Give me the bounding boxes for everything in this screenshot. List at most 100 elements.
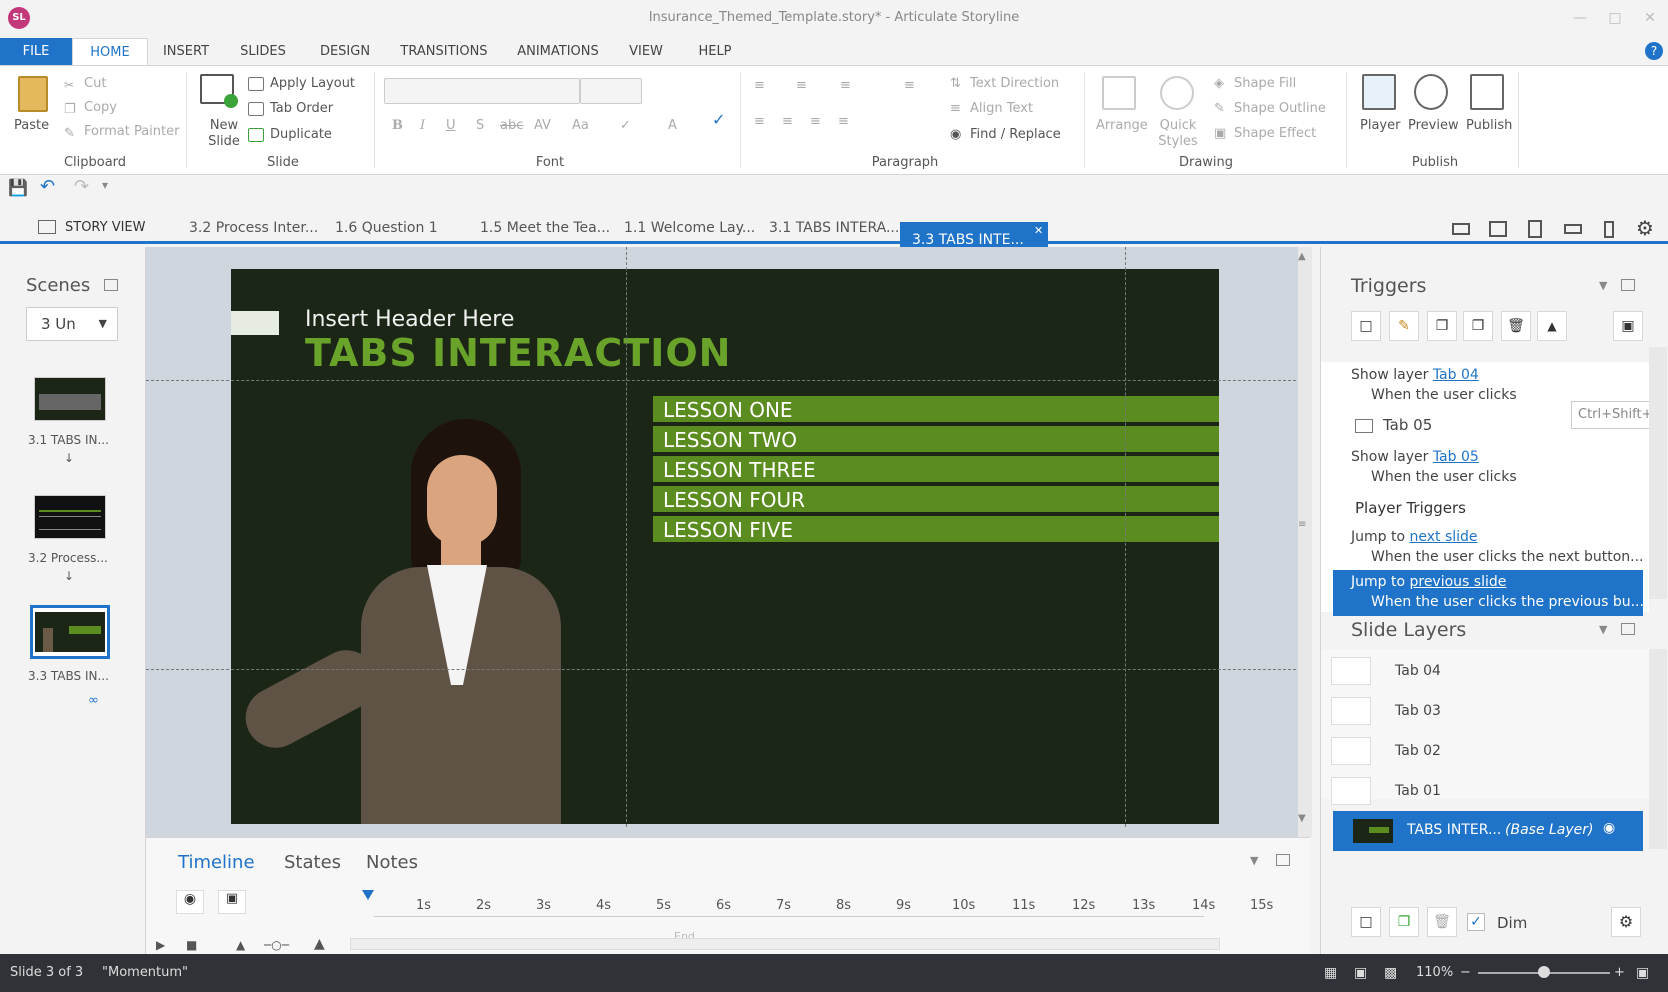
duplicate-button[interactable]: Duplicate: [270, 127, 332, 142]
scroll-up-icon[interactable]: ▲: [1298, 251, 1306, 262]
find-replace-button[interactable]: Find / Replace: [970, 127, 1061, 142]
align-right-icon[interactable]: ≡: [810, 114, 821, 129]
phone-landscape-icon[interactable]: [1564, 224, 1582, 234]
tablet-landscape-icon[interactable]: [1489, 221, 1507, 237]
tab-slides[interactable]: SLIDES: [232, 38, 294, 66]
doc-tab[interactable]: 1.6 Question 1: [335, 220, 438, 236]
bullets-icon[interactable]: ≡: [754, 78, 765, 93]
strikethrough-icon[interactable]: abc: [500, 118, 523, 133]
stop-icon[interactable]: ■: [186, 938, 197, 952]
spellcheck-icon[interactable]: ✓: [712, 110, 725, 129]
normal-view-icon[interactable]: ▦: [1324, 954, 1337, 992]
change-case-icon[interactable]: Aa: [572, 118, 589, 133]
tablet-portrait-icon[interactable]: [1528, 220, 1542, 238]
zoom-in-icon[interactable]: ▲: [314, 936, 325, 952]
guide-line-horizontal[interactable]: [146, 380, 1296, 381]
arrange-button[interactable]: Arrange: [1096, 118, 1148, 133]
zoom-slider-thumb[interactable]: [1538, 966, 1550, 978]
indent-icon[interactable]: ≡: [840, 78, 851, 93]
scene-selector[interactable]: 3 Un ▼: [26, 307, 118, 341]
tab-notes[interactable]: Notes: [366, 852, 418, 873]
apply-layout-button[interactable]: Apply Layout: [270, 76, 355, 91]
pin-panel-icon[interactable]: [1621, 623, 1635, 635]
trigger-object[interactable]: Tab 05: [1383, 416, 1432, 434]
base-layer-row[interactable]: TABS INTER... (Base Layer) ◉: [1333, 811, 1643, 851]
slide-view-icon[interactable]: ▣: [1354, 954, 1367, 992]
layer-row[interactable]: Tab 03: [1331, 693, 1621, 733]
numbering-icon[interactable]: ≡: [796, 78, 807, 93]
preview-view-icon[interactable]: ▩: [1384, 954, 1397, 992]
shape-outline-button[interactable]: Shape Outline: [1234, 101, 1326, 116]
trigger-target-link[interactable]: Tab 05: [1433, 449, 1479, 465]
scroll-down-icon[interactable]: ▼: [1298, 813, 1306, 824]
bold-icon[interactable]: B: [392, 118, 403, 133]
guide-line-horizontal[interactable]: [146, 669, 1296, 670]
timeline-scrollbar[interactable]: [350, 938, 1220, 950]
preview-button[interactable]: Preview: [1408, 118, 1459, 133]
tab-view[interactable]: VIEW: [622, 38, 670, 66]
collapse-icon[interactable]: ▼: [1250, 854, 1258, 867]
pin-panel-icon[interactable]: [1621, 279, 1635, 291]
fit-window-icon[interactable]: ▣: [1636, 954, 1649, 992]
align-left-icon[interactable]: ≡: [754, 114, 765, 129]
guide-line-vertical[interactable]: [1125, 247, 1126, 827]
paste-button[interactable]: Paste: [14, 118, 49, 133]
duplicate-layer-icon[interactable]: ❐: [1389, 907, 1419, 937]
tab-transitions[interactable]: TRANSITIONS: [394, 38, 494, 66]
minimize-icon[interactable]: —: [1570, 8, 1590, 28]
new-trigger-icon[interactable]: □: [1351, 311, 1381, 341]
doc-tab[interactable]: 3.2 Process Inter...: [189, 220, 318, 236]
triggers-scrollbar[interactable]: [1649, 347, 1667, 599]
dim-checkbox[interactable]: ✓: [1467, 913, 1485, 931]
trigger-target-link[interactable]: previous slide: [1409, 574, 1506, 590]
pin-panel-icon[interactable]: [1276, 854, 1290, 866]
tab-home[interactable]: HOME: [72, 38, 148, 66]
slide-thumbnail-selected[interactable]: [30, 605, 110, 659]
copy-button[interactable]: Copy: [84, 100, 117, 115]
layer-row[interactable]: Tab 04: [1331, 653, 1621, 693]
doc-tab[interactable]: 3.1 TABS INTERA...: [769, 220, 899, 236]
copy-trigger-icon[interactable]: ❐: [1427, 311, 1457, 341]
highlight-icon[interactable]: ✓: [620, 118, 631, 133]
new-layer-icon[interactable]: □: [1351, 907, 1381, 937]
shadow-icon[interactable]: S: [476, 118, 484, 133]
move-up-icon[interactable]: ▲: [1537, 311, 1567, 341]
slide-canvas[interactable]: Insert Header Here TABS INTERACTION LESS…: [231, 269, 1219, 824]
delete-trigger-icon[interactable]: 🗑: [1501, 311, 1531, 341]
layers-scrollbar[interactable]: [1649, 649, 1667, 849]
italic-icon[interactable]: I: [420, 118, 425, 133]
tab-file[interactable]: FILE: [0, 38, 72, 66]
font-family-select[interactable]: [384, 78, 580, 104]
tab-order-button[interactable]: Tab Order: [270, 101, 333, 116]
tab-help[interactable]: HELP: [690, 38, 740, 66]
close-tab-icon[interactable]: ✕: [1034, 222, 1043, 240]
slide-thumbnail[interactable]: [34, 495, 106, 539]
play-icon[interactable]: ▶: [156, 938, 165, 952]
quick-styles-button[interactable]: Quick Styles: [1156, 118, 1200, 150]
slide-thumbnail[interactable]: [34, 377, 106, 421]
zoom-in-button[interactable]: +: [1614, 954, 1625, 992]
align-text-button[interactable]: Align Text: [970, 101, 1033, 116]
tab-states[interactable]: States: [284, 852, 341, 873]
redo-icon[interactable]: ↷: [74, 176, 89, 197]
slide-header[interactable]: Insert Header Here: [305, 307, 514, 332]
help-icon[interactable]: ?: [1645, 42, 1663, 60]
desktop-view-icon[interactable]: [1452, 223, 1470, 235]
scroll-thumb-icon[interactable]: ≡: [1298, 519, 1306, 530]
underline-icon[interactable]: U: [446, 118, 456, 133]
shape-fill-button[interactable]: Shape Fill: [1234, 76, 1296, 91]
lesson-tab[interactable]: LESSON FOUR: [653, 486, 1219, 514]
trigger-row[interactable]: Show layer Tab 05: [1351, 449, 1479, 465]
slide-title[interactable]: TABS INTERACTION: [305, 331, 732, 375]
zoom-slider[interactable]: [1478, 966, 1610, 978]
lock-icon[interactable]: ▣: [218, 890, 246, 914]
eye-icon[interactable]: ◉: [176, 890, 204, 914]
undo-icon[interactable]: ↶: [40, 176, 55, 197]
align-center-icon[interactable]: ≡: [782, 114, 793, 129]
eye-icon[interactable]: ◉: [1603, 820, 1615, 836]
text-direction-button[interactable]: Text Direction: [970, 76, 1059, 91]
save-icon[interactable]: 💾: [8, 178, 28, 197]
doc-tab[interactable]: 1.5 Meet the Tea...: [480, 220, 610, 236]
font-size-select[interactable]: [580, 78, 642, 104]
tab-story-view[interactable]: STORY VIEW: [65, 220, 146, 235]
